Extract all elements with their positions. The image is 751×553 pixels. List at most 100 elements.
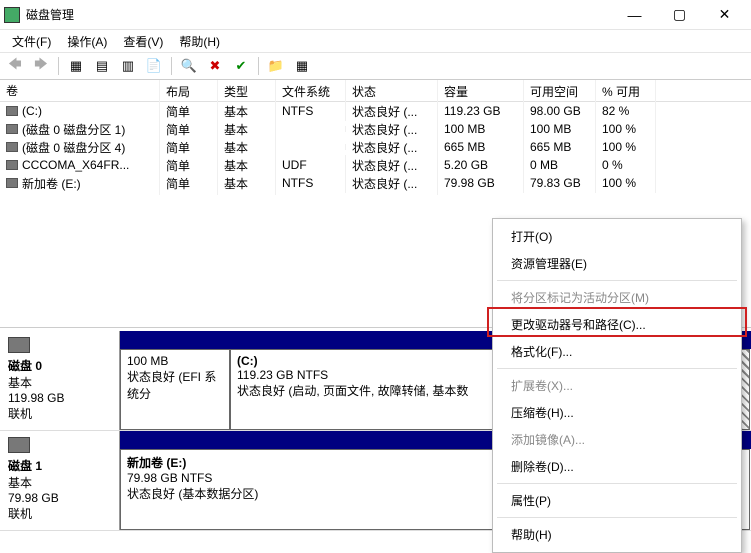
volume-free: 100 MB bbox=[524, 119, 596, 139]
volume-pct: 82 % bbox=[596, 101, 656, 121]
disk-info: 磁盘 1基本79.98 GB联机 bbox=[0, 431, 120, 530]
context-menu-item[interactable]: 删除卷(D)... bbox=[495, 453, 739, 480]
volume-fs: NTFS bbox=[276, 101, 346, 121]
view-button-4[interactable]: 📄 bbox=[143, 55, 165, 77]
context-menu-item[interactable]: 打开(O) bbox=[495, 223, 739, 250]
context-menu-item[interactable]: 帮助(H) bbox=[495, 521, 739, 548]
volume-free: 98.00 GB bbox=[524, 101, 596, 121]
volume-name: (磁盘 0 磁盘分区 4) bbox=[22, 139, 125, 156]
disk-state: 联机 bbox=[8, 505, 111, 522]
context-menu-item[interactable]: 压缩卷(H)... bbox=[495, 399, 739, 426]
context-menu-item: 扩展卷(X)... bbox=[495, 372, 739, 399]
col-pct[interactable]: % 可用 bbox=[596, 80, 656, 101]
volume-status: 状态良好 (... bbox=[346, 172, 438, 195]
volume-layout: 简单 bbox=[160, 172, 218, 195]
volume-pct: 100 % bbox=[596, 137, 656, 157]
disk-state: 联机 bbox=[8, 405, 111, 422]
volume-capacity: 100 MB bbox=[438, 119, 524, 139]
titlebar: 磁盘管理 — ▢ ✕ bbox=[0, 0, 751, 30]
context-menu-item[interactable]: 属性(P) bbox=[495, 487, 739, 514]
toolbar-separator bbox=[171, 57, 172, 75]
volume-icon bbox=[6, 142, 18, 152]
view-button-3[interactable]: ▥ bbox=[117, 55, 139, 77]
toolbar-separator bbox=[58, 57, 59, 75]
close-button[interactable]: ✕ bbox=[702, 1, 747, 29]
disk-size: 79.98 GB bbox=[8, 491, 111, 505]
context-separator bbox=[497, 368, 737, 369]
volume-capacity: 665 MB bbox=[438, 137, 524, 157]
menu-view[interactable]: 查看(V) bbox=[115, 31, 171, 52]
context-separator bbox=[497, 280, 737, 281]
context-menu-item[interactable]: 更改驱动器号和路径(C)... bbox=[495, 311, 739, 338]
partition[interactable]: (C:)119.23 GB NTFS状态良好 (启动, 页面文件, 故障转储, … bbox=[230, 349, 510, 430]
maximize-button[interactable]: ▢ bbox=[657, 1, 702, 29]
docs-button[interactable]: ▦ bbox=[291, 55, 313, 77]
col-layout[interactable]: 布局 bbox=[160, 80, 218, 101]
volume-pct: 0 % bbox=[596, 155, 656, 175]
volume-pct: 100 % bbox=[596, 173, 656, 193]
col-type[interactable]: 类型 bbox=[218, 80, 276, 101]
volume-name: CCCOMA_X64FR... bbox=[22, 158, 129, 172]
disk-info: 磁盘 0基本119.98 GB联机 bbox=[0, 331, 120, 430]
context-separator bbox=[497, 483, 737, 484]
volume-pct: 100 % bbox=[596, 119, 656, 139]
find-button[interactable]: 🔍 bbox=[178, 55, 200, 77]
disk-icon bbox=[8, 337, 30, 353]
volume-free: 665 MB bbox=[524, 137, 596, 157]
volume-free: 79.83 GB bbox=[524, 173, 596, 193]
partition-status: 状态良好 (启动, 页面文件, 故障转储, 基本数 bbox=[237, 382, 503, 399]
partition-size: 100 MB bbox=[127, 354, 223, 368]
forward-button[interactable]: 🡆 bbox=[30, 55, 52, 77]
partition-name: (C:) bbox=[237, 354, 503, 368]
folder-button[interactable]: 📁 bbox=[265, 55, 287, 77]
context-separator bbox=[497, 517, 737, 518]
volume-icon bbox=[6, 178, 18, 188]
view-button-2[interactable]: ▤ bbox=[91, 55, 113, 77]
volume-icon bbox=[6, 124, 18, 134]
minimize-button[interactable]: — bbox=[612, 1, 657, 29]
delete-button[interactable]: ✖ bbox=[204, 55, 226, 77]
window-title: 磁盘管理 bbox=[26, 6, 612, 23]
menubar: 文件(F) 操作(A) 查看(V) 帮助(H) bbox=[0, 30, 751, 52]
volume-free: 0 MB bbox=[524, 155, 596, 175]
col-status[interactable]: 状态 bbox=[346, 80, 438, 101]
context-menu-item: 添加镜像(A)... bbox=[495, 426, 739, 453]
volume-type: 基本 bbox=[218, 172, 276, 195]
disk-name: 磁盘 1 bbox=[8, 457, 111, 474]
volume-row[interactable]: 新加卷 (E:) 简单基本NTFS状态良好 (...79.98 GB79.83 G… bbox=[0, 174, 751, 192]
back-button[interactable]: 🡄 bbox=[4, 55, 26, 77]
disk-name: 磁盘 0 bbox=[8, 357, 111, 374]
volume-name: 新加卷 (E:) bbox=[22, 175, 81, 192]
toolbar: 🡄 🡆 ▦ ▤ ▥ 📄 🔍 ✖ ✔ 📁 ▦ bbox=[0, 52, 751, 80]
partition[interactable]: 100 MB状态良好 (EFI 系统分 bbox=[120, 349, 230, 430]
volume-fs bbox=[276, 144, 346, 150]
col-volume[interactable]: 卷 bbox=[0, 80, 160, 101]
col-capacity[interactable]: 容量 bbox=[438, 80, 524, 101]
col-free[interactable]: 可用空间 bbox=[524, 80, 596, 101]
partition-size: 119.23 GB NTFS bbox=[237, 368, 503, 382]
context-menu-item[interactable]: 格式化(F)... bbox=[495, 338, 739, 365]
apply-button[interactable]: ✔ bbox=[230, 55, 252, 77]
volume-name: (C:) bbox=[22, 104, 42, 118]
volume-icon bbox=[6, 160, 18, 170]
context-menu-item[interactable]: 资源管理器(E) bbox=[495, 250, 739, 277]
menu-help[interactable]: 帮助(H) bbox=[171, 31, 228, 52]
col-filesystem[interactable]: 文件系统 bbox=[276, 80, 346, 101]
volume-icon bbox=[6, 106, 18, 116]
menu-action[interactable]: 操作(A) bbox=[59, 31, 115, 52]
partition-status: 状态良好 (EFI 系统分 bbox=[127, 368, 223, 402]
volume-fs bbox=[276, 126, 346, 132]
context-menu: 打开(O)资源管理器(E) 将分区标记为活动分区(M)更改驱动器号和路径(C)..… bbox=[492, 218, 742, 553]
volume-fs: UDF bbox=[276, 155, 346, 175]
disk-size: 119.98 GB bbox=[8, 391, 111, 405]
disk-type: 基本 bbox=[8, 474, 111, 491]
view-button-1[interactable]: ▦ bbox=[65, 55, 87, 77]
volume-fs: NTFS bbox=[276, 173, 346, 193]
menu-file[interactable]: 文件(F) bbox=[4, 31, 59, 52]
disk-type: 基本 bbox=[8, 374, 111, 391]
context-menu-item: 将分区标记为活动分区(M) bbox=[495, 284, 739, 311]
volume-capacity: 119.23 GB bbox=[438, 101, 524, 121]
disk-icon bbox=[8, 437, 30, 453]
volume-capacity: 79.98 GB bbox=[438, 173, 524, 193]
volume-capacity: 5.20 GB bbox=[438, 155, 524, 175]
